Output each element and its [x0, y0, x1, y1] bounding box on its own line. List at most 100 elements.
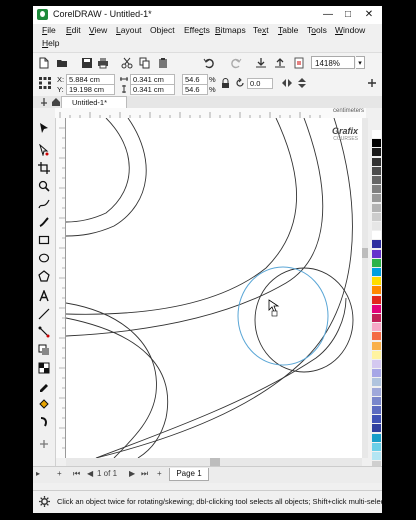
polygon-tool-icon[interactable] — [38, 270, 50, 282]
menu-text[interactable]: Text — [253, 25, 269, 35]
mirror-horizontal-icon[interactable] — [281, 77, 293, 89]
color-swatch[interactable] — [372, 166, 381, 175]
color-swatch[interactable] — [372, 304, 381, 313]
color-swatch[interactable] — [372, 360, 381, 368]
menu-bitmaps[interactable]: Bitmaps — [215, 25, 246, 35]
color-swatch[interactable] — [372, 323, 381, 332]
color-swatch[interactable] — [372, 295, 381, 304]
color-swatch[interactable] — [372, 433, 381, 442]
freehand-tool-icon[interactable] — [38, 198, 50, 210]
next-page-button[interactable]: ▶ — [129, 469, 135, 478]
paste-icon[interactable] — [157, 57, 169, 69]
color-swatch[interactable] — [372, 314, 381, 322]
object-height-field[interactable]: 0.341 cm — [130, 84, 175, 95]
color-swatch[interactable] — [372, 268, 381, 276]
import-icon[interactable] — [255, 57, 267, 69]
artistic-media-tool-icon[interactable] — [38, 216, 50, 228]
color-swatch[interactable] — [372, 424, 381, 433]
redo-icon[interactable] — [230, 57, 242, 69]
rotation-angle-field[interactable]: 0.0 — [247, 78, 273, 89]
new-icon[interactable] — [38, 57, 50, 69]
mirror-vertical-icon[interactable] — [296, 77, 308, 89]
parallel-dimension-tool-icon[interactable] — [38, 308, 50, 320]
color-swatch[interactable] — [372, 212, 381, 221]
zoom-dropdown-icon[interactable]: ▾ — [356, 56, 365, 69]
add-tool-icon[interactable] — [38, 438, 50, 450]
maximize-button[interactable]: □ — [338, 6, 358, 24]
menu-layout[interactable]: Layout — [116, 25, 142, 35]
menu-window[interactable]: Window — [335, 25, 365, 35]
color-swatch[interactable] — [372, 286, 381, 295]
previous-page-button[interactable]: ◀ — [87, 469, 93, 478]
gear-icon[interactable] — [39, 496, 50, 507]
drawing-canvas[interactable]: Grafix COURSES — [66, 118, 362, 458]
last-page-button[interactable]: ⏭ — [141, 469, 148, 479]
color-swatch[interactable] — [372, 277, 381, 286]
publish-pdf-icon[interactable] — [293, 57, 305, 69]
transparency-tool-icon[interactable] — [38, 362, 50, 374]
color-swatch[interactable] — [372, 185, 381, 194]
color-swatch[interactable] — [372, 130, 381, 138]
color-swatch[interactable] — [372, 148, 381, 157]
pin-icon[interactable] — [39, 97, 49, 107]
save-icon[interactable] — [81, 57, 93, 69]
crop-tool-icon[interactable] — [38, 162, 50, 174]
color-swatch[interactable] — [372, 176, 381, 184]
close-button[interactable]: ✕ — [359, 6, 379, 24]
color-swatch[interactable] — [372, 369, 381, 378]
color-swatch[interactable] — [372, 378, 381, 387]
scale-height-field[interactable]: 54.6 — [182, 84, 208, 95]
horizontal-scrollbar[interactable] — [66, 458, 362, 466]
color-swatch[interactable] — [372, 406, 381, 414]
menu-tools[interactable]: Tools — [307, 25, 327, 35]
horizontal-scroll-thumb[interactable] — [210, 458, 220, 466]
vertical-scrollbar[interactable] — [362, 118, 368, 458]
cut-icon[interactable] — [121, 57, 133, 69]
welcome-home-icon[interactable] — [51, 97, 61, 107]
y-position-field[interactable]: 19.198 cm — [66, 84, 115, 95]
connector-tool-icon[interactable] — [38, 326, 50, 338]
menu-view[interactable]: View — [89, 25, 107, 35]
open-icon[interactable] — [56, 57, 68, 69]
print-icon[interactable] — [97, 57, 109, 69]
menu-table[interactable]: Table — [278, 25, 298, 35]
ruler-origin-corner[interactable] — [33, 108, 55, 118]
minimize-button[interactable]: — — [318, 6, 338, 24]
drop-shadow-tool-icon[interactable] — [38, 344, 50, 356]
menu-help[interactable]: Help — [42, 38, 59, 48]
color-swatch[interactable] — [372, 157, 381, 166]
color-swatch[interactable] — [372, 203, 381, 212]
menu-edit[interactable]: Edit — [66, 25, 81, 35]
interactive-fill-tool-icon[interactable] — [38, 398, 50, 410]
undo-icon[interactable] — [203, 57, 215, 69]
color-swatch[interactable] — [372, 222, 381, 230]
expand-panel-icon[interactable]: ▸ — [36, 469, 40, 478]
color-swatch[interactable] — [372, 452, 381, 460]
add-page-after-button[interactable]: + — [157, 469, 162, 478]
ellipse-tool-icon[interactable] — [38, 252, 50, 264]
pick-tool-icon[interactable] — [38, 122, 50, 134]
add-page-before-button[interactable]: + — [57, 469, 62, 478]
export-icon[interactable] — [274, 57, 286, 69]
smart-fill-tool-icon[interactable] — [38, 416, 50, 428]
text-tool-icon[interactable] — [38, 290, 50, 302]
page-tab-page-1[interactable]: Page 1 — [169, 468, 209, 481]
color-swatch[interactable] — [372, 231, 381, 240]
color-swatch[interactable] — [372, 442, 381, 451]
vertical-ruler[interactable] — [55, 118, 66, 458]
color-swatch[interactable] — [372, 240, 381, 249]
lock-ratio-icon[interactable] — [221, 78, 230, 89]
color-swatch[interactable] — [372, 341, 381, 350]
first-page-button[interactable]: ⏮ — [73, 469, 80, 479]
color-swatch[interactable] — [372, 249, 381, 258]
menu-object[interactable]: Object — [150, 25, 175, 35]
color-swatch[interactable] — [372, 387, 381, 396]
color-swatch[interactable] — [372, 332, 381, 341]
rectangle-tool-icon[interactable] — [38, 234, 50, 246]
menu-effects[interactable]: Effects — [184, 25, 210, 35]
zoom-tool-icon[interactable] — [38, 180, 50, 192]
color-swatch[interactable] — [372, 258, 381, 267]
zoom-level-input[interactable]: 1418% — [311, 56, 355, 69]
vertical-scroll-thumb[interactable] — [362, 248, 368, 258]
shape-tool-icon[interactable] — [38, 144, 50, 156]
